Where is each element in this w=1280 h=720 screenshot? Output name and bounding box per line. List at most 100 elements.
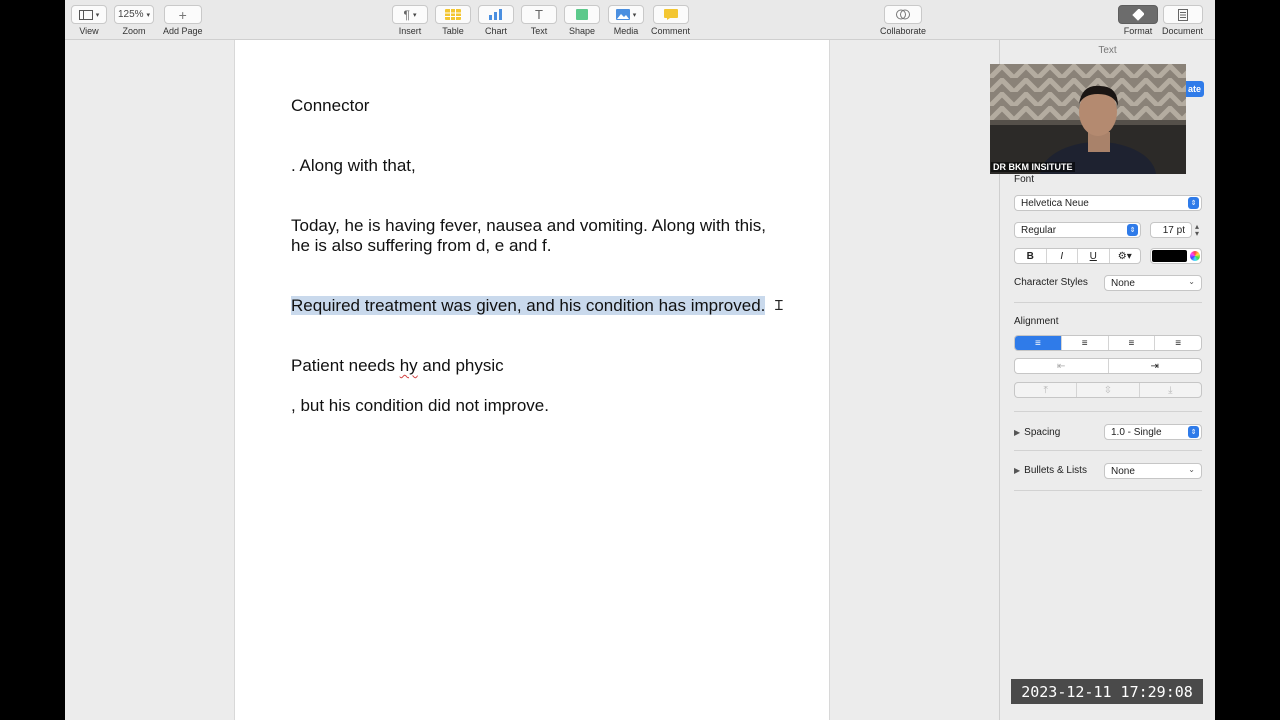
document-tab[interactable]: Document	[1162, 5, 1203, 36]
paragraph-connector[interactable]: Connector	[291, 96, 791, 116]
text-run: and physic	[417, 356, 504, 375]
document-canvas[interactable]: Connector . Along with that, Today, he i…	[65, 40, 999, 720]
text-label: Text	[530, 26, 548, 36]
character-styles-value: None	[1111, 277, 1135, 289]
zoom-label: Zoom	[122, 26, 146, 36]
collaborate-button[interactable]	[884, 5, 923, 24]
text-tool[interactable]: T Text	[521, 5, 557, 36]
table-icon	[445, 9, 461, 20]
shape-label: Shape	[568, 26, 596, 36]
chart-label: Chart	[484, 26, 507, 36]
insert-menu[interactable]: ¶ ▾ Insert	[392, 5, 428, 36]
align-right-button[interactable]: ≡	[1109, 336, 1156, 350]
bullets-disclosure[interactable]: ▶ Bullets & Lists	[1014, 465, 1087, 476]
font-style-value: Regular	[1021, 224, 1057, 236]
webcam-overlay: DR BKM INSITUTE	[990, 64, 1186, 174]
view-label: View	[79, 26, 99, 36]
spacing-disclosure[interactable]: ▶ Spacing	[1014, 427, 1060, 438]
table-tool[interactable]: Table	[435, 5, 471, 36]
character-styles-popup[interactable]: None ⌄	[1104, 275, 1202, 291]
align-justify-button[interactable]: ≡	[1155, 336, 1201, 350]
align-bottom-button[interactable]: ⤓	[1140, 383, 1201, 397]
chevron-down-icon: ▾	[146, 11, 151, 19]
table-label: Table	[442, 26, 464, 36]
comment-icon	[663, 9, 678, 20]
comment-tool[interactable]: Comment	[651, 5, 690, 36]
bold-button[interactable]: B	[1015, 249, 1047, 263]
document-label: Document	[1162, 26, 1204, 36]
color-wheel-icon	[1190, 251, 1200, 261]
gear-icon: ⚙▾	[1117, 250, 1132, 262]
sidebar-icon	[78, 9, 93, 20]
outdent-icon: ⇤	[1057, 360, 1066, 372]
spacing-value: 1.0 - Single	[1111, 426, 1162, 438]
indent-icon: ⇥	[1150, 360, 1159, 372]
italic-button[interactable]: I	[1047, 249, 1078, 263]
photo-icon	[615, 9, 630, 20]
zoom-menu[interactable]: 125% ▾ Zoom	[114, 5, 154, 36]
font-label: Font	[1014, 174, 1035, 185]
shape-tool[interactable]: Shape	[564, 5, 600, 36]
paragraph-patient-needs[interactable]: Patient needs hy and physic	[291, 356, 791, 376]
text-button[interactable]: T	[521, 5, 557, 24]
format-tab[interactable]: Format	[1118, 5, 1158, 36]
align-top-button[interactable]: ⤒	[1015, 383, 1078, 397]
collaborate-tool[interactable]: Collaborate	[880, 5, 926, 36]
chart-icon	[489, 9, 502, 20]
collaborate-icon	[896, 9, 911, 20]
underline-button[interactable]: U	[1078, 249, 1110, 263]
chart-button[interactable]	[478, 5, 514, 24]
comment-button[interactable]	[652, 5, 689, 24]
bullets-popup[interactable]: None ⌄	[1104, 463, 1202, 479]
text-color-well[interactable]	[1150, 248, 1202, 264]
add-page-label: Add Page	[163, 26, 203, 36]
up-down-icon: ⇕	[1127, 224, 1138, 236]
font-size-stepper[interactable]: ▴ ▾	[1195, 223, 1199, 238]
add-page-button[interactable]: +	[163, 5, 202, 24]
view-button[interactable]: ▾	[71, 5, 107, 24]
shape-button[interactable]	[564, 5, 600, 24]
text-box-icon: T	[535, 7, 543, 22]
text-selection[interactable]: Required treatment was given, and his co…	[291, 296, 766, 315]
paragraph-selected[interactable]: Required treatment was given, and his co…	[291, 296, 811, 316]
media-button[interactable]: ▾	[608, 5, 644, 24]
font-family-popup[interactable]: Helvetica Neue ⇕	[1014, 195, 1202, 211]
view-menu[interactable]: ▾ View	[71, 5, 107, 36]
format-label: Format	[1123, 26, 1153, 36]
alignment-label: Alignment	[1014, 316, 1059, 327]
zoom-button[interactable]: 125% ▾	[114, 5, 154, 24]
document-button[interactable]	[1162, 5, 1203, 24]
decrease-indent-button[interactable]: ⇤	[1015, 359, 1109, 373]
paragraph-today[interactable]: Today, he is having fever, nausea and vo…	[291, 216, 781, 256]
align-left-button[interactable]: ≡	[1015, 336, 1062, 350]
align-middle-button[interactable]: ⇳	[1077, 383, 1140, 397]
vertical-alignment-buttons: ⤒ ⇳ ⤓	[1014, 382, 1202, 398]
chevron-down-icon: ▾	[95, 11, 100, 19]
misspelled-word[interactable]: hy	[400, 356, 418, 375]
disclosure-triangle-icon: ▶	[1014, 428, 1021, 437]
chart-tool[interactable]: Chart	[478, 5, 514, 36]
format-button[interactable]	[1118, 5, 1158, 24]
shape-icon	[576, 9, 588, 20]
spacing-label: Spacing	[1024, 427, 1061, 438]
chevron-down-icon: ▾	[632, 11, 637, 19]
add-page[interactable]: + Add Page	[163, 5, 203, 36]
spacing-popup[interactable]: 1.0 - Single ⇕	[1104, 424, 1202, 440]
insert-button[interactable]: ¶ ▾	[392, 5, 428, 24]
chevron-down-icon: ⌄	[1188, 277, 1195, 286]
media-menu[interactable]: ▾ Media	[608, 5, 644, 36]
paragraph-did-not-improve[interactable]: , but his condition did not improve.	[291, 396, 791, 416]
collaborate-label: Collaborate	[880, 26, 927, 36]
divider	[1014, 411, 1202, 412]
chevron-down-icon: ⌄	[1188, 465, 1195, 474]
align-center-button[interactable]: ≡	[1062, 336, 1109, 350]
font-style-popup[interactable]: Regular ⇕	[1014, 222, 1141, 238]
webcam-feed-image	[990, 64, 1186, 174]
text-options-button[interactable]: ⚙▾	[1110, 249, 1141, 263]
font-size-field[interactable]: 17 pt	[1150, 222, 1192, 238]
document-page[interactable]: Connector . Along with that, Today, he i…	[234, 40, 830, 720]
paragraph-along-with-that[interactable]: . Along with that,	[291, 156, 791, 176]
table-button[interactable]	[435, 5, 471, 24]
media-label: Media	[613, 26, 639, 36]
increase-indent-button[interactable]: ⇥	[1109, 359, 1202, 373]
